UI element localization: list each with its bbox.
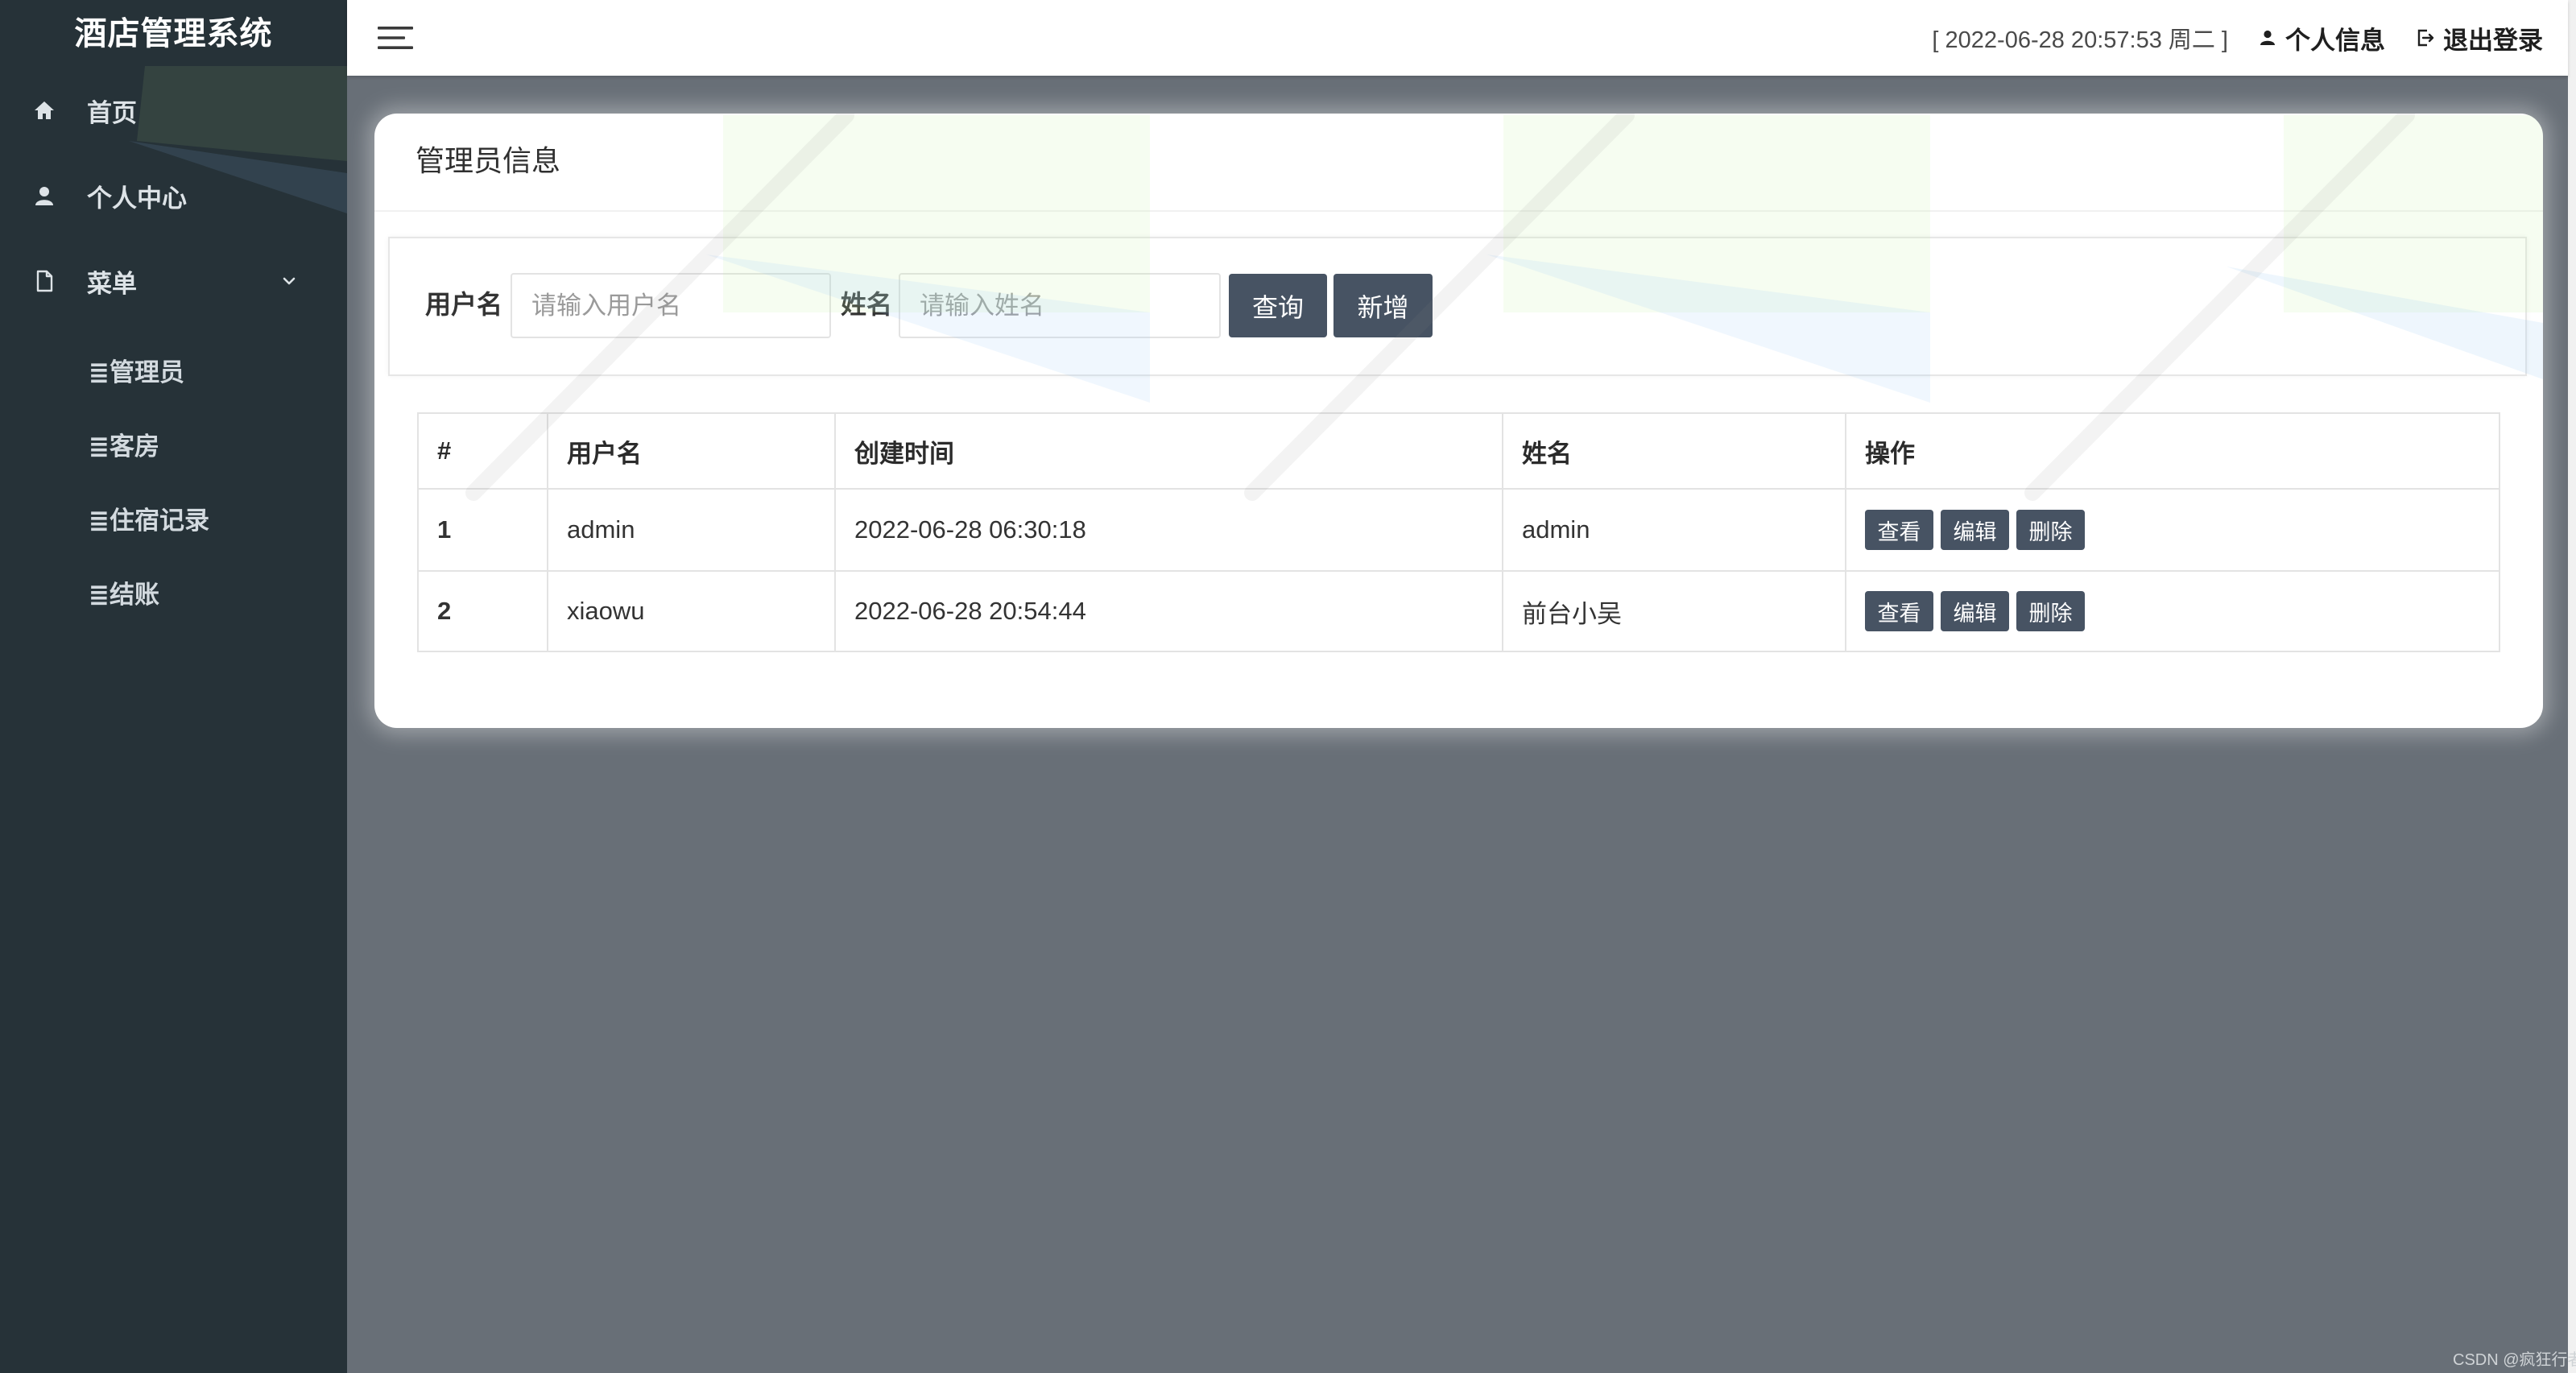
home-icon (32, 98, 56, 122)
column-header-created-time: 创建时间 (834, 412, 1503, 490)
edit-button[interactable]: 编辑 (1941, 510, 2009, 550)
admin-table: # 用户名 创建时间 姓名 操作 1 admin 2022-06-28 06:3… (417, 412, 2500, 652)
cell-created-time: 2022-06-28 06:30:18 (834, 488, 1503, 572)
cell-name: admin (1502, 488, 1846, 572)
table-header-row: # 用户名 创建时间 姓名 操作 (417, 412, 2500, 490)
username-label: 用户名 (425, 290, 503, 319)
user-icon (2258, 28, 2277, 48)
sidebar-item-label: 首页 (87, 98, 137, 127)
watermark: CSDN @疯狂行者 (2453, 1351, 2576, 1369)
scrollbar-track[interactable] (2568, 0, 2576, 1373)
column-header-name: 姓名 (1502, 412, 1846, 490)
column-header-username: 用户名 (547, 412, 836, 490)
file-icon (32, 269, 56, 293)
view-button[interactable]: 查看 (1865, 591, 1933, 631)
column-header-actions: 操作 (1845, 412, 2500, 490)
name-label: 姓名 (841, 290, 893, 319)
logout-label: 退出登录 (2443, 26, 2543, 55)
sidebar-item-menu[interactable]: 菜单 (0, 238, 347, 324)
sidebar-item-label: 个人中心 (87, 184, 187, 213)
username-input[interactable] (511, 273, 832, 338)
header-right: [ 2022-06-28 20:57:53 周二 ] 个人信息 退出登录 (1932, 0, 2543, 76)
logout-icon (2416, 28, 2435, 48)
sidebar-subitem-admin[interactable]: ≣管理员 (0, 336, 347, 410)
app-title: 酒店管理系统 (74, 16, 273, 52)
cell-index: 2 (417, 570, 548, 652)
chevron-down-icon[interactable] (282, 274, 296, 288)
delete-button[interactable]: 删除 (2016, 591, 2085, 631)
user-icon (32, 184, 56, 208)
profile-link[interactable]: 个人信息 (2258, 20, 2385, 56)
query-button[interactable]: 查询 (1229, 274, 1328, 337)
cell-username: admin (547, 488, 836, 572)
view-button[interactable]: 查看 (1865, 510, 1933, 550)
hamburger-icon (378, 27, 413, 49)
sidebar-subitem-stay-records[interactable]: ≣住宿记录 (0, 484, 347, 558)
name-input[interactable] (899, 273, 1222, 338)
current-datetime: [ 2022-06-28 20:57:53 周二 ] (1932, 27, 2228, 53)
sidebar-subitem-checkout[interactable]: ≣结账 (0, 558, 347, 632)
cell-name: 前台小吴 (1502, 570, 1846, 652)
cell-created-time: 2022-06-28 20:54:44 (834, 570, 1503, 652)
page-title: 管理员信息 (416, 144, 561, 177)
admin-info-card: 管理员信息 用户名 姓名 查询 新增 # 用户名 创建时间 姓名 操作 1 ad… (374, 114, 2543, 728)
logout-link[interactable]: 退出登录 (2416, 20, 2543, 56)
sidebar: 酒店管理系统 首页 个人中心 菜单 ≣管理员 ≣客房 ≣住宿记录 ≣结账 (0, 0, 347, 1373)
sidebar-item-label: 菜单 (87, 269, 137, 298)
sidebar-subitem-rooms[interactable]: ≣客房 (0, 410, 347, 484)
profile-label: 个人信息 (2285, 26, 2385, 55)
sidebar-item-profile-center[interactable]: 个人中心 (0, 153, 347, 238)
search-panel: 用户名 姓名 查询 新增 (388, 237, 2527, 376)
sidebar-item-home[interactable]: 首页 (0, 68, 347, 153)
column-header-index: # (417, 412, 548, 490)
cell-actions: 查看 编辑 删除 (1845, 570, 2500, 652)
top-header: [ 2022-06-28 20:57:53 周二 ] 个人信息 退出登录 (347, 0, 2568, 76)
table-row: 2 xiaowu 2022-06-28 20:54:44 前台小吴 查看 编辑 删除 (417, 570, 2500, 652)
table-row: 1 admin 2022-06-28 06:30:18 admin 查看 编辑 删除 (417, 488, 2500, 572)
add-button[interactable]: 新增 (1333, 274, 1433, 337)
menu-toggle-button[interactable] (376, 20, 415, 56)
cell-actions: 查看 编辑 删除 (1845, 488, 2500, 572)
delete-button[interactable]: 删除 (2016, 510, 2085, 550)
edit-button[interactable]: 编辑 (1941, 591, 2009, 631)
cell-username: xiaowu (547, 570, 836, 652)
cell-index: 1 (417, 488, 548, 572)
card-divider (374, 210, 2543, 212)
